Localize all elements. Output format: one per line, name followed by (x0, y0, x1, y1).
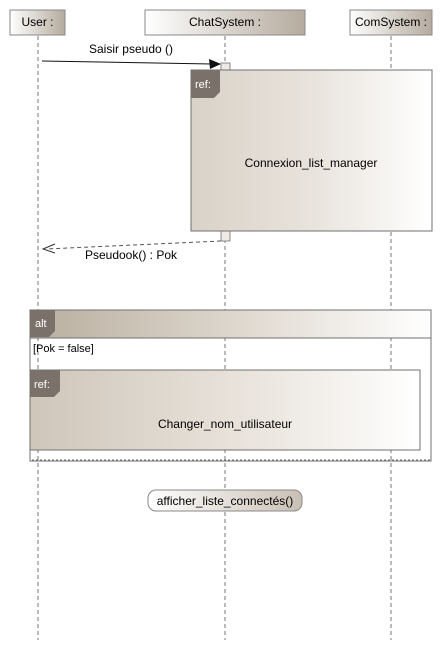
lifeline-user[interactable]: User : (9, 9, 66, 36)
alt-tag: alt (35, 318, 47, 330)
lifeline-user-label: User : (21, 15, 53, 29)
lifeline-chatsystem-label: ChatSystem : (189, 15, 261, 29)
filled-arrow-icon (209, 59, 221, 69)
sequence-diagram: User : ChatSystem : ComSystem : Saisir p… (9, 9, 433, 640)
ref-changer-nom-utilisateur[interactable]: ref: Changer_nom_utilisateur (29, 369, 421, 451)
ref-tag: ref: (195, 79, 211, 91)
ref-label-2: Changer_nom_utilisateur (158, 417, 292, 431)
ref-label: Connexion_list_manager (245, 156, 378, 170)
ref-connexion-list-manager[interactable]: ref: Connexion_list_manager (190, 69, 433, 232)
state-afficher-liste-label: afficher_liste_connectés() (157, 494, 294, 508)
message-pseudook[interactable]: Pseudook() : Pok (41, 240, 222, 262)
lifeline-chatsystem[interactable]: ChatSystem : (144, 9, 306, 36)
alt-guard: [Pok = false] (33, 343, 94, 355)
open-arrow-icon (41, 243, 56, 254)
message-saisir-pseudo-label: Saisir pseudo () (89, 42, 173, 56)
message-pseudook-label: Pseudook() : Pok (85, 248, 178, 262)
lifeline-comsystem[interactable]: ComSystem : (349, 9, 433, 36)
ref-tag-2: ref: (34, 379, 50, 391)
state-afficher-liste[interactable]: afficher_liste_connectés() (147, 489, 303, 512)
lifeline-comsystem-label: ComSystem : (355, 15, 427, 29)
message-saisir-pseudo[interactable]: Saisir pseudo () (41, 42, 221, 69)
